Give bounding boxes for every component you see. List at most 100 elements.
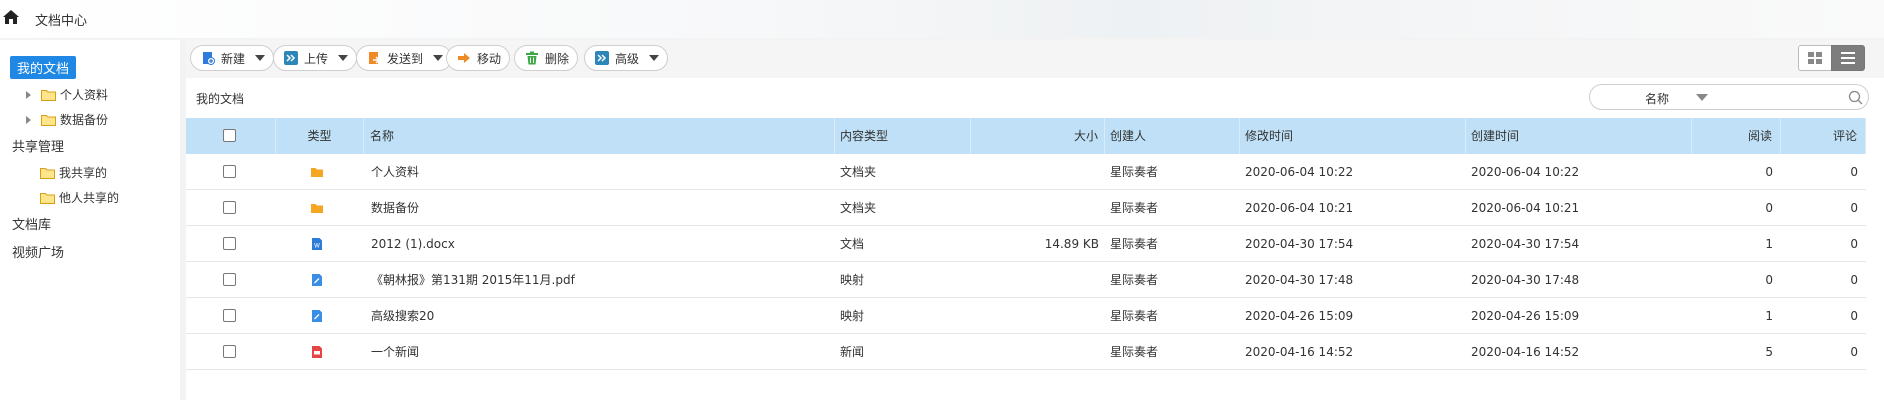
table-row[interactable]: 数据备份 文档夹 星际奏者 2020-06-04 10:21 2020-06-04 10… xyxy=(186,190,1866,226)
col-created[interactable]: 创建时间 xyxy=(1466,118,1692,154)
chevron-down-icon xyxy=(255,55,266,61)
upload-icon xyxy=(284,51,298,65)
expand-arrow-icon[interactable] xyxy=(26,115,31,124)
cell-creator: 星际奏者 xyxy=(1110,201,1159,215)
cell-creator: 星际奏者 xyxy=(1110,165,1159,179)
toolbar: 新建 上传 发送到 移动 删除 高级 xyxy=(186,40,1884,78)
row-checkbox[interactable] xyxy=(223,165,236,178)
main-panel: 新建 上传 发送到 移动 删除 高级 我的文档 名称 类型 名称 内容类型 大小… xyxy=(186,40,1884,400)
cell-creator: 星际奏者 xyxy=(1110,345,1159,359)
sidebar: 我的文档 个人资料 数据备份 共享管理 我共享的 他人共享的 文档库 视频广场 xyxy=(0,40,180,400)
row-checkbox[interactable] xyxy=(223,345,236,358)
col-comments[interactable]: 评论 xyxy=(1781,118,1866,154)
cell-created: 2020-06-04 10:21 xyxy=(1471,201,1580,215)
folder-icon xyxy=(310,165,324,179)
advanced-button[interactable]: 高级 xyxy=(584,45,669,71)
cell-creator: 星际奏者 xyxy=(1110,309,1159,323)
search-field-select[interactable]: 名称 xyxy=(1645,90,1669,107)
sidebar-item-my-docs[interactable]: 我的文档 xyxy=(10,56,77,79)
cell-name[interactable]: 高级搜索20 xyxy=(371,298,434,334)
mapping-doc-icon xyxy=(310,273,324,287)
chevron-down-icon xyxy=(433,55,444,61)
cell-content-type: 文档夹 xyxy=(840,201,877,215)
svg-text:W: W xyxy=(314,243,320,250)
col-type[interactable]: 类型 xyxy=(276,118,364,154)
row-checkbox[interactable] xyxy=(223,309,236,322)
cell-comments: 0 xyxy=(1850,201,1858,215)
col-reads[interactable]: 阅读 xyxy=(1692,118,1781,154)
col-content-type[interactable]: 内容类型 xyxy=(835,118,971,154)
word-doc-icon: W xyxy=(310,237,324,251)
tree-node-label: 他人共享的 xyxy=(59,191,120,205)
list-icon xyxy=(1841,52,1855,64)
advanced-icon xyxy=(595,51,609,65)
list-view-button[interactable] xyxy=(1831,45,1865,71)
breadcrumb[interactable]: 我的文档 xyxy=(196,90,244,107)
table-row[interactable]: 一个新闻 新闻 星际奏者 2020-04-16 14:52 2020-04-16 14:… xyxy=(186,334,1866,370)
cell-modified: 2020-04-30 17:48 xyxy=(1245,273,1354,287)
chevron-down-icon xyxy=(338,55,349,61)
cell-modified: 2020-04-26 15:09 xyxy=(1245,309,1354,323)
tree-node-personal[interactable]: 个人资料 xyxy=(26,86,108,103)
mapping-doc-icon xyxy=(310,309,324,323)
search-icon[interactable] xyxy=(1848,90,1863,105)
table-row[interactable]: 《朝林报》第131期 2015年11月.pdf 映射 星际奏者 2020-04-30 … xyxy=(186,262,1866,298)
col-size[interactable]: 大小 xyxy=(971,118,1105,154)
send-to-button[interactable]: 发送到 xyxy=(356,45,453,71)
cell-size xyxy=(971,262,1099,298)
cell-reads: 1 xyxy=(1765,237,1773,251)
sidebar-item-library[interactable]: 文档库 xyxy=(12,214,51,233)
sidebar-item-share-mgmt[interactable]: 共享管理 xyxy=(12,136,64,155)
delete-button-label: 删除 xyxy=(545,51,570,66)
row-checkbox[interactable] xyxy=(223,273,236,286)
delete-button[interactable]: 删除 xyxy=(514,45,579,71)
col-name[interactable]: 名称 xyxy=(364,118,835,154)
trash-icon xyxy=(525,51,539,65)
cell-modified: 2020-04-16 14:52 xyxy=(1245,345,1354,359)
cell-size: 14.89 KB xyxy=(1044,237,1099,251)
advanced-button-label: 高级 xyxy=(615,51,640,66)
cell-content-type: 文档 xyxy=(840,237,865,251)
move-arrow-icon xyxy=(457,51,471,65)
folder-icon xyxy=(40,192,55,204)
new-button-label: 新建 xyxy=(221,51,246,66)
cell-name[interactable]: 2012 (1).docx xyxy=(371,226,455,262)
move-button[interactable]: 移动 xyxy=(446,45,511,71)
table-row[interactable]: 高级搜索20 映射 星际奏者 2020-04-26 15:09 2020-04-26 1… xyxy=(186,298,1866,334)
expand-arrow-icon[interactable] xyxy=(26,90,31,99)
cell-reads: 1 xyxy=(1765,309,1773,323)
cell-created: 2020-04-30 17:48 xyxy=(1471,273,1580,287)
cell-created: 2020-04-16 14:52 xyxy=(1471,345,1580,359)
tree-node-label: 个人资料 xyxy=(60,88,109,102)
col-modified[interactable]: 修改时间 xyxy=(1240,118,1466,154)
grid-icon xyxy=(1808,52,1822,64)
send-to-button-label: 发送到 xyxy=(387,51,424,66)
row-checkbox[interactable] xyxy=(223,201,236,214)
tree-node-others-shared[interactable]: 他人共享的 xyxy=(40,189,119,206)
cell-modified: 2020-06-04 10:21 xyxy=(1245,201,1354,215)
grid-view-button[interactable] xyxy=(1798,45,1832,71)
cell-size xyxy=(971,154,1099,190)
table-row[interactable]: W 2012 (1).docx 文档 14.89 KB 星际奏者 2020-04-30 1… xyxy=(186,226,1866,262)
chevron-down-icon xyxy=(649,55,660,61)
col-creator[interactable]: 创建人 xyxy=(1105,118,1240,154)
cell-comments: 0 xyxy=(1850,165,1858,179)
table-row[interactable]: 个人资料 文档夹 星际奏者 2020-06-04 10:22 2020-06-04 10… xyxy=(186,154,1866,190)
search-input[interactable] xyxy=(1712,87,1842,107)
cell-name[interactable]: 《朝林报》第131期 2015年11月.pdf xyxy=(371,262,575,298)
home-icon[interactable] xyxy=(2,8,20,26)
cell-name[interactable]: 一个新闻 xyxy=(371,334,419,370)
new-button[interactable]: 新建 xyxy=(190,45,275,71)
cell-name[interactable]: 数据备份 xyxy=(371,190,419,226)
chevron-down-icon[interactable] xyxy=(1696,94,1708,101)
cell-content-type: 映射 xyxy=(840,273,865,287)
cell-reads: 0 xyxy=(1765,273,1773,287)
row-checkbox[interactable] xyxy=(223,237,236,250)
tree-node-my-shared[interactable]: 我共享的 xyxy=(40,164,107,181)
cell-reads: 0 xyxy=(1765,201,1773,215)
cell-reads: 0 xyxy=(1765,165,1773,179)
cell-name[interactable]: 个人资料 xyxy=(371,154,419,190)
upload-button[interactable]: 上传 xyxy=(273,45,358,71)
tree-node-backup[interactable]: 数据备份 xyxy=(26,111,108,128)
sidebar-item-video[interactable]: 视频广场 xyxy=(12,242,64,261)
